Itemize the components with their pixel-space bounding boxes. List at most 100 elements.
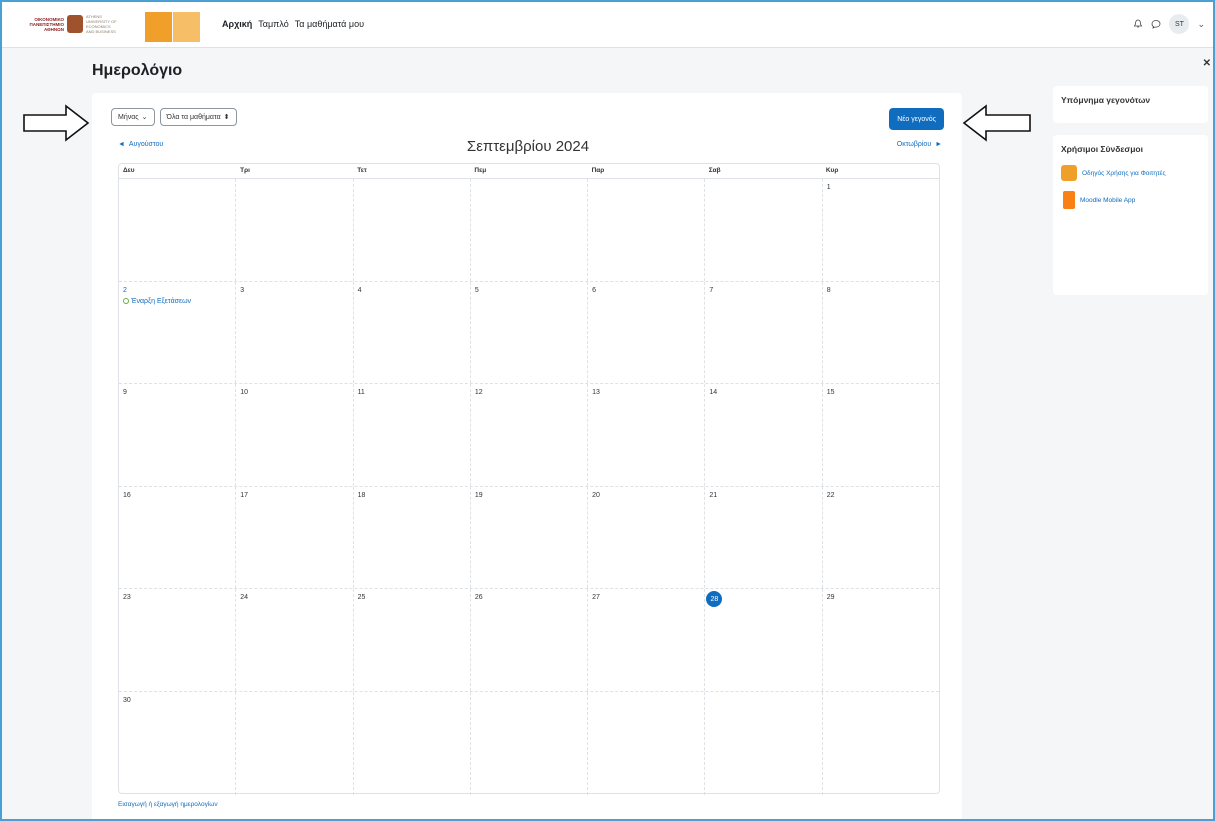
day-number[interactable]: 4 <box>358 287 362 294</box>
day-number[interactable]: 14 <box>709 389 717 396</box>
day-cell[interactable]: 7 <box>705 281 823 384</box>
logo-subtext: ATHENS UNIVERSITY OF ECONOMICS AND BUSIN… <box>86 14 117 34</box>
day-cell[interactable]: 30 <box>119 691 237 795</box>
day-cell[interactable]: 18 <box>354 486 471 589</box>
user-menu-area: ST ⌄ <box>1133 14 1205 34</box>
day-cell[interactable]: 6 <box>588 281 706 384</box>
weekday-label: Παρ <box>591 167 605 174</box>
nav-dashboard[interactable]: Ταμπλό <box>258 19 288 29</box>
right-drawer: ✕ Υπόμνημα γεγονότων Χρήσιμοι Σύνδεσμοι … <box>1047 48 1215 821</box>
day-number[interactable]: 25 <box>358 594 366 601</box>
today-day-number[interactable]: 28 <box>706 591 723 608</box>
day-number[interactable]: 16 <box>123 492 131 499</box>
day-number[interactable]: 27 <box>592 594 600 601</box>
day-number[interactable]: 11 <box>358 389 365 396</box>
day-number[interactable]: 29 <box>827 594 835 601</box>
day-cell[interactable]: 2 Έναρξη Εξετάσεων <box>119 281 237 384</box>
day-cell[interactable]: 3 <box>236 281 354 384</box>
day-cell[interactable]: 17 <box>236 486 354 589</box>
day-cell[interactable]: 26 <box>471 589 589 691</box>
week-row: 16 17 18 19 20 21 22 <box>119 486 939 590</box>
weekday-header: Δευ Τρι Τετ Πεμ Παρ Σαβ Κυρ <box>119 164 939 179</box>
program-logo[interactable] <box>145 12 200 42</box>
weekday-label: Πεμ <box>474 167 487 174</box>
day-number[interactable]: 5 <box>475 287 479 294</box>
mobile-phone-icon <box>1063 191 1075 209</box>
day-number[interactable]: 21 <box>709 492 717 499</box>
day-cell[interactable]: 9 <box>119 384 237 486</box>
next-month-link[interactable]: Οκτωβρίου ► <box>897 141 942 148</box>
day-number[interactable]: 1 <box>827 184 831 191</box>
close-icon[interactable]: ✕ <box>1203 58 1211 69</box>
day-number[interactable]: 3 <box>240 287 244 294</box>
week-row: 1 <box>119 179 939 282</box>
day-cell[interactable]: 23 <box>119 589 237 691</box>
weekday-label: Κυρ <box>825 167 839 174</box>
day-cell[interactable]: 28 <box>705 589 823 691</box>
day-cell[interactable]: 16 <box>119 486 237 589</box>
day-number[interactable]: 10 <box>240 389 248 396</box>
day-number[interactable]: 15 <box>827 389 835 396</box>
primary-navigation: Αρχική Ταμπλό Τα μαθήματά μου <box>222 19 364 29</box>
day-cell[interactable]: 22 <box>823 487 939 589</box>
avatar[interactable]: ST <box>1169 14 1190 34</box>
day-cell[interactable]: 15 <box>823 384 939 486</box>
view-select-label: Μήνας <box>118 113 139 121</box>
weekday-label: Τρι <box>240 167 250 174</box>
university-logo[interactable]: ΟΙΚΟΝΟΜΙΚΟ ΠΑΝΕΠΙΣΤΗΜΙΟ ΑΘΗΝΩΝ ATHENS UN… <box>16 14 118 34</box>
day-cell[interactable]: 27 <box>588 589 706 691</box>
useful-links-block: Χρήσιμοι Σύνδεσμοι Οδηγός Χρήσης για Φοι… <box>1053 135 1208 295</box>
month-title: Σεπτεμβρίου 2024 <box>466 138 590 155</box>
day-cell[interactable]: 10 <box>236 384 354 486</box>
weekday-label: Σαβ <box>708 167 721 174</box>
day-number[interactable]: 13 <box>592 389 600 396</box>
nav-home[interactable]: Αρχική <box>222 19 252 29</box>
new-event-button[interactable]: Νέο γεγονός <box>889 108 944 130</box>
moodle-app-link[interactable]: Moodle Mobile App <box>1053 189 1208 217</box>
import-export-link[interactable]: Εισαγωγή ή εξαγωγή ημερολογίων <box>118 801 218 808</box>
day-cell[interactable]: 8 <box>823 282 939 384</box>
day-cell[interactable]: 14 <box>705 384 823 486</box>
week-row: 23 24 25 26 27 28 29 <box>119 589 939 692</box>
day-cell[interactable]: 11 <box>354 384 471 486</box>
day-cell[interactable]: 24 <box>236 589 354 691</box>
day-cell[interactable]: 25 <box>354 589 471 691</box>
day-number[interactable]: 22 <box>827 492 835 499</box>
day-number[interactable]: 18 <box>358 492 366 499</box>
chat-icon[interactable] <box>1151 19 1161 29</box>
day-cell[interactable]: 5 <box>471 281 589 384</box>
day-number[interactable]: 9 <box>123 389 127 396</box>
bell-icon[interactable] <box>1133 19 1143 29</box>
calendar-event[interactable]: Έναρξη Εξετάσεων <box>123 298 231 305</box>
student-guide-link[interactable]: Οδηγός Χρήσης για Φοιτητές <box>1053 163 1208 189</box>
triangle-right-icon: ► <box>935 141 942 148</box>
day-cell[interactable]: 21 <box>705 486 823 589</box>
day-cell[interactable]: 19 <box>471 486 589 589</box>
day-cell[interactable]: 29 <box>823 589 939 691</box>
day-number[interactable]: 12 <box>475 389 483 396</box>
guide-icon <box>1061 165 1077 181</box>
legend-title[interactable]: Υπόμνημα γεγονότων <box>1053 86 1208 114</box>
day-number[interactable]: 8 <box>827 287 831 294</box>
chevron-down-icon[interactable]: ⌄ <box>1197 19 1205 30</box>
day-cell[interactable]: 4 <box>354 281 471 384</box>
day-cell[interactable]: 1 <box>823 179 939 281</box>
day-number[interactable]: 20 <box>592 492 600 499</box>
day-cell[interactable]: 12 <box>471 384 589 486</box>
course-select-label: Όλα τα μαθήματα <box>166 113 221 121</box>
day-cell <box>236 691 354 795</box>
day-number[interactable]: 30 <box>123 697 131 704</box>
day-cell[interactable]: 13 <box>588 384 706 486</box>
day-number[interactable]: 19 <box>475 492 483 499</box>
day-number[interactable]: 6 <box>592 287 596 294</box>
day-number[interactable]: 26 <box>475 594 483 601</box>
day-number[interactable]: 24 <box>240 594 248 601</box>
day-number[interactable]: 17 <box>240 492 248 499</box>
day-number[interactable]: 23 <box>123 594 131 601</box>
day-number[interactable]: 7 <box>709 287 713 294</box>
day-number[interactable]: 2 <box>123 287 127 294</box>
day-cell[interactable]: 20 <box>588 486 706 589</box>
view-select[interactable]: Μήνας ⌄ <box>111 108 155 126</box>
nav-my-courses[interactable]: Τα μαθήματά μου <box>295 19 364 29</box>
course-select[interactable]: Όλα τα μαθήματα ⬍ <box>159 108 237 126</box>
